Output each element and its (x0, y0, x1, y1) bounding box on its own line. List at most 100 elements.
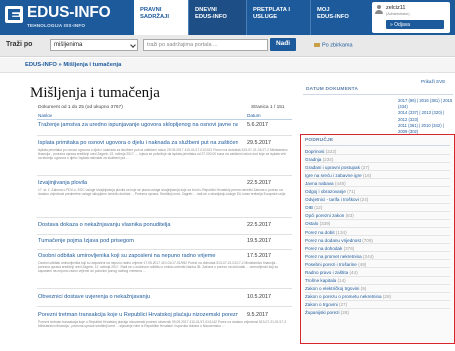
area-filter-item[interactable]: Građani i upravni postupak (27) (305, 163, 450, 172)
document-row: Porezni tretman transakcija koje u Repub… (37, 312, 292, 348)
document-date: 9.5.2017 (247, 312, 268, 318)
document-title-link[interactable]: Porezni tretman transakcija koje u Repub… (38, 312, 238, 318)
area-count: (27) (338, 302, 348, 308)
area-filter-item[interactable]: Doprinosi (222) (305, 147, 450, 156)
area-filter-item[interactable]: Igre na sreću i zabavne igre (16) (305, 171, 450, 180)
area-filter-item[interactable]: Zakon o trgovini (27) (305, 301, 450, 309)
area-filter-item[interactable]: Zakon o električkoj trgovini (5) (305, 285, 450, 293)
date-filter-row[interactable]: 2017 (96) | 2016 (381) | 2015 (434) (398, 98, 453, 110)
nav-tab-dnevni-edus-info[interactable]: DNEVNI EDUS-INFO (188, 0, 246, 35)
area-filter-item[interactable]: Gradnja (234) (305, 155, 450, 164)
document-title-link[interactable]: Obveznici dostave uvjerenja o nekažnjava… (38, 294, 238, 300)
area-name: Zakon o porezu o prometu nekretnina (305, 294, 382, 300)
document-title-link[interactable]: Izvajinjivanja plovila (38, 180, 238, 186)
area-name: Porez na dodanu vrijednost (305, 237, 361, 243)
document-row: Izvajinjivanja plovila 22.5.2017 17. st.… (37, 180, 292, 218)
nav-tab-line1: PRAVNI (140, 7, 162, 13)
area-filter-item[interactable]: Opći porezni zakon (83) (305, 212, 450, 220)
logo-icon (5, 6, 23, 23)
nav-tab-line2: EDUS-INFO (195, 14, 227, 20)
document-title-link[interactable]: Tumačenje pojma Izjava pod prisegom (38, 238, 238, 244)
user-panel: zelciz11 (Administrator) » Odjava (372, 2, 450, 33)
page-title: Mišljenja i tumačenja (30, 85, 160, 101)
username: zelciz11 (386, 5, 406, 11)
document-title-link[interactable]: Traženje jamstva za uredno ispunjavanje … (38, 122, 238, 128)
area-filter-item[interactable]: Radno pravo i zaštita (44) (305, 268, 450, 277)
nav-tab-pretplata-i-usluge[interactable]: PRETPLATA I USLUGE (246, 0, 310, 35)
document-title-link[interactable]: Osobni odbitak umirovljenika koji su zap… (38, 253, 238, 259)
document-row: Obveznici dostave uvjerenja o nekažnjava… (37, 294, 292, 307)
document-snippet: Porezni tretman transakcija koje u Repub… (38, 320, 287, 329)
nav-tab-line1: PRETPLATA I (253, 7, 290, 13)
area-filter-item[interactable]: Odvjetnici - tarifa i troškovi (24) (305, 196, 450, 204)
breadcrumb[interactable]: EDUS-INFO » Mišljenja i tumačenja (25, 62, 121, 68)
area-filter-item[interactable]: Trošne kapitala (14) (305, 277, 450, 285)
area-count: (234) (322, 156, 334, 162)
show-all-link[interactable]: Prikaži SVE (421, 79, 445, 84)
collections-link-label: Po zbirkama (322, 42, 353, 49)
area-filter-item[interactable]: Porez na dobit (134) (305, 228, 450, 237)
area-filter-item[interactable]: Posebni porezi i trošarine (48) (305, 260, 450, 269)
area-count: (448) (334, 180, 346, 186)
area-count: (28) (382, 294, 392, 300)
document-row: Tumačenje pojma Izjava pod prisegom 19.5… (37, 238, 292, 250)
area-filter-item[interactable]: Porez na dodanu vrijednost (709) (305, 236, 450, 245)
area-filter-item[interactable]: Županijski porezi (28) (305, 309, 450, 317)
area-filter-item[interactable]: Javna nabava (448) (305, 179, 450, 188)
collections-link[interactable]: Po zbirkama (314, 42, 353, 49)
area-count: (24) (360, 197, 369, 203)
nav-tab-line2: USLUGE (253, 14, 278, 20)
area-filter-item[interactable]: Ostalo (339) (305, 220, 450, 228)
document-snippet: 17. st. 1. Zakona o PDV-u, EOC usluge iz… (38, 188, 286, 201)
nav-tab-pravni-sadrzaji[interactable]: PRAVNI SADRŽAJI (134, 0, 188, 35)
nav-tab-line1: DNEVNI (195, 7, 217, 13)
area-filter-item[interactable]: Zakon o porezu o prometu nekretnina (28) (305, 293, 450, 301)
date-filter-row[interactable]: 2014 (337) | 2013 (320) | 2012 (323) (398, 110, 453, 122)
area-name: Javna nabava (305, 180, 334, 186)
area-count: (134) (335, 229, 347, 235)
area-count: (709) (362, 237, 373, 243)
area-count: (44) (349, 270, 358, 275)
area-name: Porez na dobit (305, 229, 335, 235)
document-title-link[interactable]: Isplata primitaka po osnovi ugovora o dj… (38, 140, 238, 146)
chevron-down-icon (130, 42, 136, 48)
search-input[interactable]: traži po sadržajima portala ... (143, 39, 268, 51)
area-count: (376) (343, 245, 355, 251)
logo-tagline: TEHNOLOGIJA ISS-INFO (27, 23, 86, 28)
nav-tab-line2: SADRŽAJI (140, 14, 169, 20)
document-row: Traženje jamstva za uredno ispunjavanje … (37, 122, 292, 136)
document-date: 17.5.2017 (247, 253, 271, 259)
top-header: EDUS-INFO TEHNOLOGIJA ISS-INFO PRAVNI SA… (0, 0, 455, 35)
area-name: Zakon o trgovini (305, 302, 338, 308)
area-count: (27) (361, 164, 370, 170)
document-title-link[interactable]: Dostava dokaza o nekažnjavanju vlasnika … (38, 222, 238, 228)
area-name: OIB (305, 205, 313, 211)
area-name: Građani i upravni postupak (305, 164, 360, 170)
nav-tab-moj-edus-info[interactable]: MOJ EDUS-INFO (310, 0, 370, 35)
edus-info-logo[interactable]: EDUS-INFO TEHNOLOGIJA ISS-INFO (5, 4, 125, 31)
area-count: (12) (314, 205, 323, 211)
area-name: Doprinosi (305, 148, 325, 154)
logout-button[interactable]: » Odjava (386, 20, 444, 29)
area-count: (83) (345, 213, 354, 219)
area-filter-item[interactable]: Porez na promet nekretnina (244) (305, 252, 450, 261)
area-filter-item[interactable]: Porez na dohodak (376) (305, 244, 450, 253)
area-name: Igre na sreću i zabavne igre (305, 172, 362, 178)
document-row: Dostava dokaza o nekažnjavanju vlasnika … (37, 222, 292, 235)
area-count: (244) (362, 253, 374, 259)
search-bar: Traži po mišljenima traži po sadržajima … (0, 35, 455, 57)
area-name: Porez na promet nekretnina (305, 253, 362, 259)
area-name: Posebni porezi i trošarine (305, 261, 357, 267)
document-row: Osobni odbitak umirovljenika koji su zap… (37, 253, 292, 289)
document-count: Dokument od 1 do 25 (od ukupno 3767) (38, 105, 123, 110)
search-scope-select[interactable]: mišljenima (50, 39, 138, 51)
area-name: Radno pravo i zaštita (305, 270, 349, 275)
area-filter-item[interactable]: Odgoj i obrazovanje (71) (305, 187, 450, 196)
column-header-title[interactable]: Naslov (38, 113, 52, 118)
search-button[interactable]: Nađi (270, 38, 296, 51)
area-filter-item[interactable]: OIB (12) (305, 204, 450, 212)
column-header-date[interactable]: Datum (247, 113, 261, 118)
document-date: 22.5.2017 (247, 180, 271, 186)
area-count: (16) (362, 172, 372, 178)
area-filter-panel: PODRUČJE Doprinosi (222) Gradnja (234) G… (300, 134, 455, 344)
